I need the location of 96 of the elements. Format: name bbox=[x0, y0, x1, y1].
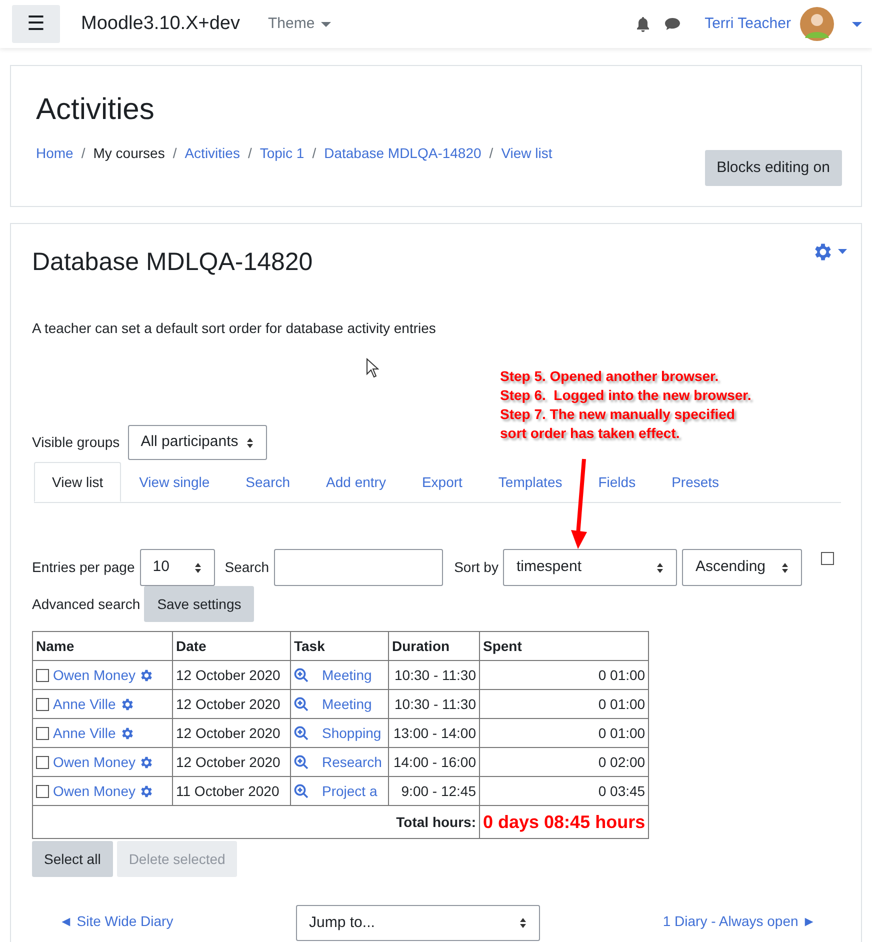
column-header: Spent bbox=[480, 632, 649, 660]
field-label: Advanced search bbox=[32, 594, 140, 614]
table-cell: 12 October 2020 bbox=[172, 718, 290, 748]
next-activity-link[interactable]: 1 Diary - Always open ► bbox=[662, 911, 816, 932]
gear-icon[interactable] bbox=[139, 754, 154, 770]
page-title: Activities bbox=[36, 92, 156, 128]
select-arrows-icon bbox=[519, 917, 528, 929]
zoom-in-icon[interactable] bbox=[294, 696, 309, 712]
caret-icon[interactable] bbox=[852, 22, 862, 26]
blocks-editing-button[interactable]: Blocks editing on bbox=[704, 150, 842, 186]
table-cell: 0 01:00 bbox=[480, 660, 649, 690]
total-value: 0 days 08:45 hours bbox=[480, 806, 649, 838]
zoom-in-icon[interactable] bbox=[294, 754, 309, 770]
field-label: Sort by bbox=[454, 558, 498, 577]
entry-checkbox[interactable] bbox=[36, 784, 49, 798]
zoom-in-icon[interactable] bbox=[294, 784, 309, 798]
select-arrows-icon bbox=[194, 562, 202, 574]
total-label: Total hours: bbox=[32, 806, 480, 838]
advanced-search-checkbox[interactable] bbox=[821, 552, 834, 565]
mouse-cursor-icon bbox=[366, 358, 379, 378]
breadcrumb-link[interactable]: View list bbox=[501, 143, 552, 164]
breadcrumb-link[interactable]: Activities bbox=[184, 143, 240, 164]
table-cell: 12 October 2020 bbox=[172, 690, 290, 718]
field-label: Visible groups bbox=[32, 433, 120, 452]
tab[interactable]: View list bbox=[34, 462, 122, 502]
select-arrows-icon bbox=[781, 562, 790, 574]
zoom-in-icon[interactable] bbox=[294, 726, 309, 740]
tab[interactable]: Presets bbox=[654, 462, 738, 502]
table-cell: 11 October 2020 bbox=[172, 776, 290, 806]
sort-order-select[interactable]: Ascending bbox=[682, 549, 802, 586]
menu-button[interactable]: ☰ bbox=[12, 5, 60, 43]
zoom-in-icon[interactable] bbox=[294, 668, 309, 682]
entry-checkbox[interactable] bbox=[36, 698, 49, 710]
gear-icon[interactable] bbox=[120, 696, 135, 712]
annotation-text: Step 7. The new manually specified bbox=[500, 405, 736, 424]
column-header: Task bbox=[290, 632, 388, 660]
select-arrows-icon bbox=[246, 436, 254, 448]
tab[interactable]: View single bbox=[121, 462, 228, 502]
field-label: Search bbox=[224, 558, 270, 577]
breadcrumb-link[interactable]: My courses bbox=[93, 143, 165, 164]
table-cell: 12 October 2020 bbox=[172, 748, 290, 776]
activity-description: A teacher can set a default sort order for database activity entries bbox=[32, 319, 437, 338]
table-cell: 0 02:00 bbox=[480, 748, 649, 776]
search-field[interactable] bbox=[274, 549, 444, 586]
settings-gear-icon[interactable] bbox=[812, 241, 847, 263]
tab[interactable]: Templates bbox=[480, 462, 580, 502]
site-name[interactable]: Moodle3.10.X+dev bbox=[81, 10, 240, 38]
user-name[interactable]: Terri Teacher bbox=[704, 12, 791, 36]
theme-menu[interactable]: Theme bbox=[268, 12, 331, 36]
avatar-silhouette[interactable] bbox=[799, 6, 835, 42]
sort-field-select[interactable]: timespent bbox=[503, 549, 678, 586]
entry-checkbox[interactable] bbox=[36, 756, 49, 768]
table-cell: 13:00 - 14:00 bbox=[388, 718, 480, 748]
column-header: Duration bbox=[388, 632, 480, 660]
select-arrows-icon bbox=[656, 562, 664, 574]
chat-bubble-icon[interactable] bbox=[664, 17, 681, 31]
column-header: Date bbox=[172, 632, 290, 660]
breadcrumb-separator: / bbox=[248, 144, 252, 163]
annotation-text: Step 6. Logged into the new browser. bbox=[500, 386, 752, 405]
field-label: Entries per page bbox=[32, 558, 135, 577]
tab[interactable]: Export bbox=[404, 462, 480, 502]
bell-icon[interactable] bbox=[636, 16, 650, 32]
gear-icon[interactable] bbox=[139, 784, 154, 798]
breadcrumb-separator: / bbox=[172, 144, 177, 163]
groups-select[interactable]: All participants bbox=[128, 425, 267, 460]
table-cell: 10:30 - 11:30 bbox=[388, 690, 480, 718]
previous-activity-link[interactable]: ◄ Site Wide Diary bbox=[59, 911, 174, 932]
save-settings-button[interactable]: Save settings bbox=[144, 586, 254, 622]
table-cell: 0 01:00 bbox=[480, 718, 649, 748]
breadcrumb-separator: / bbox=[312, 144, 316, 163]
table-cell: 12 October 2020 bbox=[172, 660, 290, 690]
caret-icon bbox=[320, 22, 331, 26]
tab[interactable]: Fields bbox=[580, 462, 654, 502]
table-cell: 0 01:00 bbox=[480, 690, 649, 718]
entries-per-page-select[interactable]: 10 bbox=[140, 549, 215, 586]
breadcrumb-separator: / bbox=[489, 144, 494, 163]
tab[interactable]: Add entry bbox=[308, 462, 404, 502]
gear-icon[interactable] bbox=[120, 726, 135, 740]
table-cell: 0 03:45 bbox=[480, 776, 649, 806]
gear-icon[interactable] bbox=[139, 668, 154, 682]
entry-checkbox[interactable] bbox=[36, 668, 49, 682]
jump-to-select[interactable]: Jump to... bbox=[296, 905, 540, 941]
table-cell: 9:00 - 12:45 bbox=[388, 776, 480, 806]
annotation-text: Step 5. Opened another browser. bbox=[500, 367, 720, 386]
breadcrumb-link[interactable]: Home bbox=[36, 143, 74, 164]
annotation-text: sort order has taken effect. bbox=[500, 424, 681, 443]
entry-checkbox[interactable] bbox=[36, 726, 49, 740]
breadcrumb-link[interactable]: Topic 1 bbox=[260, 143, 304, 164]
table-cell: 10:30 - 11:30 bbox=[388, 660, 480, 690]
breadcrumb-link[interactable]: Database MDLQA-14820 bbox=[324, 143, 482, 164]
column-header: Name bbox=[32, 632, 172, 660]
breadcrumb-separator: / bbox=[81, 144, 86, 163]
tab[interactable]: Search bbox=[228, 462, 308, 502]
table-cell: 14:00 - 16:00 bbox=[388, 748, 480, 776]
action-button[interactable]: Select all bbox=[32, 841, 113, 877]
activity-title: Database MDLQA-14820 bbox=[32, 247, 313, 278]
